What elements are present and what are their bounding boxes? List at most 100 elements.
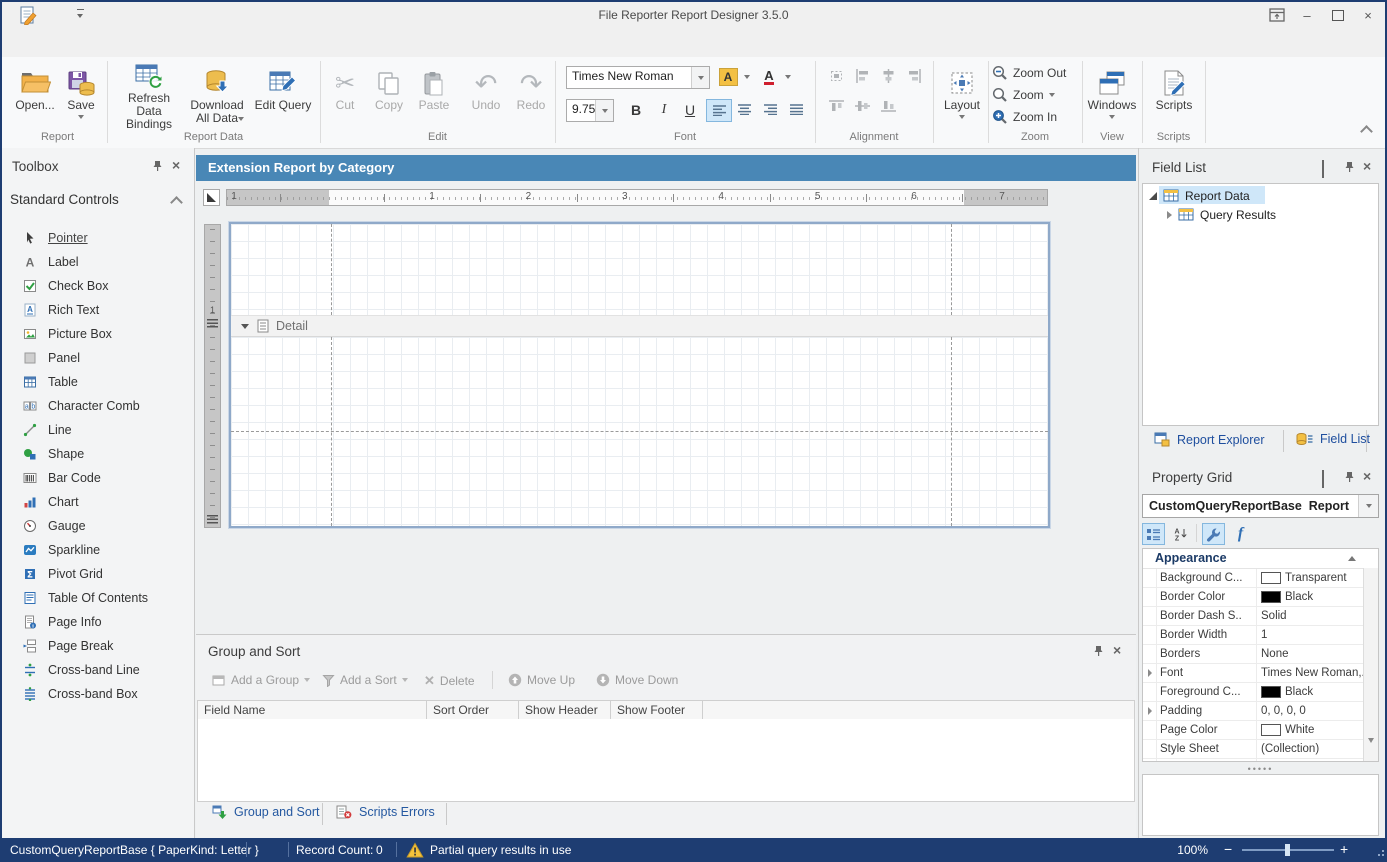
copy-button[interactable]: Copy [369, 61, 409, 131]
zoom-out-button[interactable]: Zoom Out [992, 63, 1082, 83]
property-grid-scrollbar[interactable] [1363, 568, 1378, 761]
field-list-maximize-icon[interactable] [1322, 163, 1324, 177]
add-a-sort-button[interactable]: Add a Sort [322, 673, 408, 687]
toolbox-item-sparkline[interactable]: Sparkline [0, 538, 192, 562]
toolbox-item-shape[interactable]: Shape [0, 442, 192, 466]
download-all-data-button[interactable]: Download All Data [186, 61, 248, 131]
zoom-minus-button[interactable]: − [1224, 841, 1232, 857]
tab-field-list[interactable]: Field List [1296, 432, 1370, 446]
report-resize-grip[interactable] [207, 515, 218, 524]
property-value[interactable]: None [1257, 648, 1378, 660]
toolbox-item-bar-code[interactable]: Bar Code [0, 466, 192, 490]
toolbox-item-label[interactable]: ALabel [0, 250, 192, 274]
close-button[interactable]: × [1357, 6, 1379, 24]
property-row[interactable]: Page ColorWhite [1143, 721, 1378, 740]
font-name-combo-caret[interactable] [691, 67, 709, 88]
tab-group-and-sort[interactable]: Group and Sort [212, 805, 319, 819]
toolbox-item-page-break[interactable]: Page Break [0, 634, 192, 658]
align-center-button[interactable] [732, 99, 756, 120]
cut-button[interactable]: ✂ Cut [327, 61, 363, 131]
save-button[interactable]: Save [60, 61, 102, 131]
category-appearance[interactable]: Appearance [1143, 549, 1378, 569]
text-highlight-caret[interactable] [741, 66, 752, 87]
group-sort-pin-icon[interactable] [1093, 645, 1104, 660]
property-value[interactable]: 0, 0, 0, 0 [1257, 705, 1378, 717]
group-sort-close-icon[interactable]: × [1113, 644, 1121, 656]
collapse-ribbon-icon[interactable] [1360, 125, 1373, 138]
zoom-plus-button[interactable]: + [1340, 841, 1348, 857]
property-value[interactable]: Black [1257, 686, 1378, 698]
field-list-pin-icon[interactable] [1344, 161, 1355, 176]
ribbon-display-options-button[interactable] [1266, 6, 1288, 24]
tree-node-report-data[interactable]: Report Data [1149, 186, 1250, 205]
property-value[interactable]: Transparent [1257, 572, 1378, 584]
toolbox-item-chart[interactable]: Chart [0, 490, 192, 514]
vertical-ruler[interactable]: 1 [204, 224, 221, 528]
tab-scripts-errors[interactable]: Scripts Errors [336, 805, 435, 819]
toolbox-item-table[interactable]: Table [0, 370, 192, 394]
property-row[interactable]: Border Width1 [1143, 626, 1378, 645]
category-collapse-icon[interactable] [1348, 556, 1356, 561]
group-sort-list[interactable] [197, 719, 1135, 802]
italic-button[interactable]: I [652, 99, 676, 120]
align-centers-button[interactable] [878, 67, 898, 85]
text-highlight-button[interactable]: A [716, 66, 740, 87]
font-size-combo-caret[interactable] [595, 100, 613, 121]
open-button[interactable]: Open... [12, 61, 58, 131]
events-view-button[interactable]: f [1229, 523, 1252, 545]
property-value[interactable]: Times New Roman,... [1257, 667, 1378, 679]
property-grid-pin-icon[interactable] [1344, 471, 1355, 486]
report-header-area[interactable] [231, 224, 1048, 315]
toolbox-item-character-comb[interactable]: abCharacter Comb [0, 394, 192, 418]
field-list-close-icon[interactable]: × [1363, 160, 1371, 172]
snap-to-grid-button[interactable] [826, 67, 846, 85]
band-collapse-icon[interactable] [241, 324, 249, 329]
toolbox-item-check-box[interactable]: Check Box [0, 274, 192, 298]
property-expand-icon[interactable] [1148, 669, 1152, 677]
column-header-field-name[interactable]: Field Name [197, 700, 427, 720]
minimize-button[interactable]: – [1296, 6, 1318, 24]
toolbox-item-rich-text[interactable]: ARich Text [0, 298, 192, 322]
property-row[interactable]: Style Sheet's [1143, 759, 1378, 762]
column-header-show-header[interactable]: Show Header [519, 700, 611, 720]
property-row[interactable]: Foreground C...Black [1143, 683, 1378, 702]
align-bottoms-button[interactable] [878, 97, 898, 115]
toolbox-section-collapse-icon[interactable] [170, 196, 183, 209]
font-name-combo[interactable]: Times New Roman [566, 66, 710, 89]
font-size-combo[interactable]: 9.75 [566, 99, 614, 122]
toolbox-item-pivot-grid[interactable]: ΣPivot Grid [0, 562, 192, 586]
toolbox-section-header[interactable]: Standard Controls [10, 192, 119, 207]
bold-button[interactable]: B [624, 99, 648, 120]
property-grid-maximize-icon[interactable] [1322, 473, 1324, 487]
property-row[interactable]: Style Sheet(Collection) [1143, 740, 1378, 759]
design-surface[interactable]: Detail [229, 222, 1050, 528]
zoom-slider-thumb[interactable] [1285, 844, 1290, 856]
property-value[interactable]: 1 [1257, 629, 1378, 641]
alphabetical-sort-button[interactable]: AZ [1169, 523, 1192, 545]
edit-query-button[interactable]: Edit Query [252, 61, 314, 131]
windows-button[interactable]: Windows [1084, 61, 1140, 131]
align-rights-button[interactable] [904, 67, 924, 85]
property-row[interactable]: Padding0, 0, 0, 0 [1143, 702, 1378, 721]
toolbox-item-picture-box[interactable]: Picture Box [0, 322, 192, 346]
property-row[interactable]: Border Dash S..Solid [1143, 607, 1378, 626]
column-header-sort-order[interactable]: Sort Order [427, 700, 519, 720]
paste-button[interactable]: Paste [414, 61, 454, 131]
toolbox-item-panel[interactable]: Panel [0, 346, 192, 370]
align-lefts-button[interactable] [852, 67, 872, 85]
band-resize-grip[interactable] [207, 319, 218, 328]
property-grid-close-icon[interactable]: × [1363, 470, 1371, 482]
align-tops-button[interactable] [826, 97, 846, 115]
delete-button[interactable]: ✕ Delete [424, 673, 475, 689]
font-color-button[interactable]: A [757, 66, 781, 87]
scripts-button[interactable]: Scripts [1149, 61, 1199, 131]
property-value[interactable]: (Collection) [1257, 743, 1378, 755]
property-row[interactable]: FontTimes New Roman,... [1143, 664, 1378, 683]
zoom-button[interactable]: Zoom [992, 85, 1082, 105]
categorized-view-button[interactable] [1142, 523, 1165, 545]
font-color-caret[interactable] [782, 66, 793, 87]
toolbox-pin-icon[interactable] [152, 160, 163, 175]
column-header-show-footer[interactable]: Show Footer [611, 700, 703, 720]
underline-button[interactable]: U [678, 99, 702, 120]
toolbox-close-icon[interactable]: × [172, 159, 180, 171]
